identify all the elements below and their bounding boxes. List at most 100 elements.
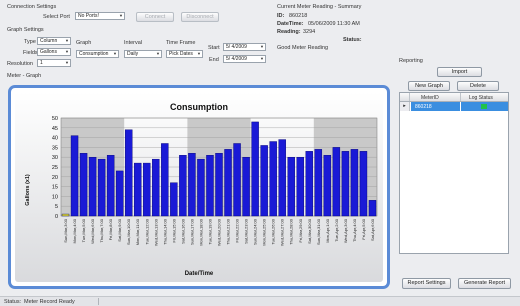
row-meterid-value: 860218 xyxy=(415,104,432,110)
chevron-down-icon: ▼ xyxy=(156,51,160,56)
x-tick-label: Thu,Mar,14:00 xyxy=(162,218,167,245)
connection-settings-title: Connection Settings xyxy=(7,4,57,10)
reading-value: 3294 xyxy=(303,29,316,35)
chart-bar xyxy=(206,155,214,217)
x-tick-label: Fri,Mar,29:00 xyxy=(298,218,303,242)
x-axis-label: Date/Time xyxy=(185,271,214,277)
x-tick-label: Fri,Mar,15:00 xyxy=(171,218,176,242)
chart-bar xyxy=(61,213,70,217)
connect-button[interactable]: Connect xyxy=(136,12,174,22)
status-indicator-icon xyxy=(481,104,487,109)
report-settings-button[interactable]: Report Settings xyxy=(402,278,451,289)
start-label: Start xyxy=(208,45,220,51)
interval-select[interactable]: Daily ▼ xyxy=(124,50,162,58)
meter-log-grid[interactable]: MeterID Log Status ▸ 860218 xyxy=(399,92,509,254)
chart-bar xyxy=(215,153,223,217)
chevron-down-icon: ▼ xyxy=(65,49,69,54)
status-value: Good Meter Reading xyxy=(277,45,329,51)
start-date-picker[interactable]: 5/ 4/2009 ▼ xyxy=(223,43,266,51)
x-tick-label: Tue,Mar,12:00 xyxy=(144,218,149,244)
chart-bar xyxy=(97,158,106,217)
graph-label: Graph xyxy=(76,40,92,46)
x-tick-label: Sun,Mar,17:00 xyxy=(189,218,194,245)
graph-select[interactable]: Consumption ▼ xyxy=(76,50,119,58)
chart-title: Consumption xyxy=(170,102,228,112)
x-tick-label: Thu,Mar,28:00 xyxy=(289,218,294,245)
new-graph-button[interactable]: New Graph xyxy=(408,81,450,91)
resolution-select[interactable]: 1 ▼ xyxy=(37,59,71,67)
y-tick-label: 50 xyxy=(52,116,58,122)
chart-bar xyxy=(305,151,313,217)
chart-bar xyxy=(143,162,151,217)
end-date-value: 5/ 4/2009 xyxy=(226,56,247,62)
timeframe-select[interactable]: Pick Dates ▼ xyxy=(166,50,203,58)
graph-select-value: Consumption xyxy=(79,51,109,57)
grid-header-corner xyxy=(400,93,410,101)
chart-frame: Consumption 0 5 10 15 20 25 30 35 40 45 50 Sun,Mar… xyxy=(8,85,390,289)
x-tick-label: Sat,Mar,16:00 xyxy=(180,218,185,244)
chevron-down-icon: ▼ xyxy=(119,13,123,18)
x-tick-label: Sat,Mar,30:00 xyxy=(307,218,312,244)
y-axis-label: Gallons (x1) xyxy=(25,174,31,206)
y-tick-label: 30 xyxy=(52,155,58,161)
chart-bar xyxy=(115,170,124,217)
chart-area: Consumption 0 5 10 15 20 25 30 35 40 45 50 Sun,Mar… xyxy=(15,92,383,282)
type-select-value: Column xyxy=(40,38,58,44)
x-tick-label: Mon,Mar,11:00 xyxy=(135,218,140,245)
table-row[interactable]: ▸ 860218 xyxy=(400,102,508,111)
x-tick-label: Wed,Apr,3:00 xyxy=(343,218,348,243)
fields-select[interactable]: Gallons ▼ xyxy=(37,48,71,56)
port-select[interactable]: No Ports! ▼ xyxy=(75,12,125,20)
y-tick-label: 20 xyxy=(52,175,58,181)
grid-header-log-status[interactable]: Log Status xyxy=(469,95,493,101)
disconnect-button[interactable]: Disconnect xyxy=(181,12,219,22)
chart-bar xyxy=(106,155,115,217)
fields-select-value: Gallons xyxy=(40,49,57,55)
generate-report-button[interactable]: Generate Report xyxy=(458,278,511,289)
row-selector-icon[interactable]: ▸ xyxy=(400,102,410,111)
x-tick-label: Wed,Mar,6:00 xyxy=(90,218,95,244)
chart-bar xyxy=(323,155,332,217)
chart-x-ticks: Sun,Mar,3:00 Mon,Mar,4:00 Tue,Mar,5:00 Wed,… xyxy=(63,218,375,246)
meter-id-value: 860218 xyxy=(289,13,308,19)
chart-y-ticks: 0 5 10 15 20 25 30 35 40 45 50 xyxy=(52,116,58,220)
chart-bar xyxy=(341,151,350,217)
y-tick-label: 40 xyxy=(52,136,58,142)
chart-bar xyxy=(368,200,377,217)
x-tick-label: Sat,Mar,9:00 xyxy=(117,218,122,241)
status-label: Status: xyxy=(343,37,362,43)
x-tick-label: Wed,Mar,20:00 xyxy=(217,218,222,246)
x-tick-label: Thu,Apr,4:00 xyxy=(352,218,357,242)
x-tick-label: Mon,Apr,1:00 xyxy=(325,218,330,243)
x-tick-label: Fri,Mar,22:00 xyxy=(235,218,240,242)
grid-header-meterid[interactable]: MeterID xyxy=(421,95,439,101)
chart-bar xyxy=(233,143,241,217)
row-status-cell[interactable] xyxy=(461,102,508,111)
row-meterid-cell[interactable]: 860218 xyxy=(411,102,460,111)
chart-bar xyxy=(260,145,268,217)
end-date-picker[interactable]: 5/ 4/2009 ▼ xyxy=(223,55,266,63)
datetime-label: DateTime: xyxy=(277,21,304,27)
chart-bar xyxy=(161,143,169,217)
chart-bar xyxy=(79,153,88,217)
x-tick-label: Thu,Mar,21:00 xyxy=(226,218,231,245)
x-tick-label: Mon,Mar,4:00 xyxy=(72,218,77,243)
chart-bar xyxy=(251,121,259,217)
chart-bar xyxy=(278,139,286,217)
delete-button[interactable]: Delete xyxy=(457,81,499,91)
x-tick-label: Sun,Mar,24:00 xyxy=(253,218,258,245)
x-tick-label: Tue,Mar,26:00 xyxy=(271,218,276,244)
x-tick-label: Tue,Mar,19:00 xyxy=(207,218,212,244)
timeframe-select-value: Pick Dates xyxy=(169,51,193,57)
fields-label: Fields xyxy=(23,50,38,56)
import-button[interactable]: Import xyxy=(437,67,482,77)
x-tick-label: Mon,Mar,25:00 xyxy=(262,218,267,245)
type-label: Type xyxy=(24,39,36,45)
chart-bar xyxy=(269,141,277,217)
y-tick-label: 15 xyxy=(52,185,58,191)
interval-select-value: Daily xyxy=(127,51,139,57)
end-label: End xyxy=(209,57,219,63)
chevron-down-icon: ▼ xyxy=(65,38,69,43)
type-select[interactable]: Column ▼ xyxy=(37,37,71,45)
status-bar-label: Status: xyxy=(4,299,22,305)
